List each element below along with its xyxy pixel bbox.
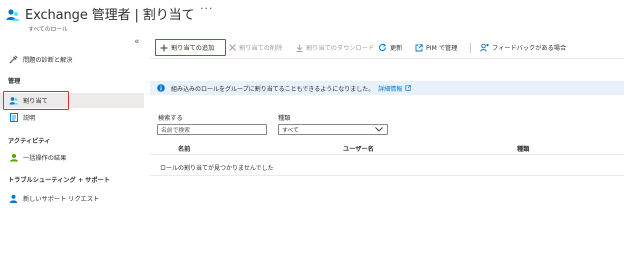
sidebar-item-label: 説明: [23, 115, 36, 122]
group-icon: [8, 153, 19, 162]
sidebar-item-diagnose[interactable]: 問題の診断と解決: [0, 52, 144, 67]
info-icon: [157, 84, 165, 92]
toolbar-divider: [470, 43, 471, 53]
remove-assignment-button[interactable]: 割り当ての削除: [229, 40, 282, 55]
type-select[interactable]: すべて: [278, 124, 388, 135]
download-assignments-button[interactable]: 割り当てのダウンロード: [296, 40, 374, 55]
sidebar-item-label: 問題の診断と解決: [23, 57, 73, 64]
empty-state-message: ロールの割り当てが見つかりませんでした: [160, 165, 274, 172]
sidebar-item-bulk-results[interactable]: 一括操作の結果: [0, 150, 144, 165]
highlight-box: [3, 91, 69, 110]
sidebar-section-support: トラブルシューティング + サポート: [8, 177, 110, 184]
table-header-divider: [150, 154, 624, 155]
feedback-label: フィードバックがある場合: [492, 45, 567, 52]
remove-assignment-label: 割り当ての削除: [239, 45, 283, 52]
sidebar-item-label: 新しいサポート リクエスト: [23, 196, 100, 203]
type-select-value: すべて: [282, 128, 299, 134]
sidebar-item-label: 一括操作の結果: [23, 155, 67, 162]
column-header-name[interactable]: 名前: [178, 144, 190, 153]
learn-more-link[interactable]: 詳細情報: [378, 84, 412, 93]
column-header-type[interactable]: 種類: [517, 144, 529, 153]
search-placeholder: 名前で検索: [161, 128, 190, 134]
manage-in-pim-button[interactable]: PIM で管理: [415, 40, 457, 55]
refresh-button[interactable]: 更新: [378, 40, 402, 55]
toolbar-divider: [150, 58, 624, 59]
download-assignments-label: 割り当てのダウンロード: [306, 45, 375, 52]
download-icon: [296, 44, 303, 52]
wrench-icon: [8, 55, 19, 64]
external-link-icon: [405, 85, 412, 91]
table-row-divider: [150, 175, 624, 176]
page-title: Exchange 管理者 | 割り当て: [25, 8, 195, 23]
sidebar-section-manage: 管理: [8, 78, 21, 85]
page-subtitle: すべてのロール: [28, 27, 68, 33]
feedback-person-icon: [480, 43, 489, 52]
document-icon: [8, 113, 19, 122]
search-input[interactable]: 名前で検索: [157, 124, 267, 135]
type-label: 種類: [278, 115, 291, 122]
external-link-icon: [415, 43, 423, 52]
info-text: 組み込みのロールをグループに割り当てることもできるようになりました。: [171, 85, 375, 93]
highlight-box: [155, 39, 226, 56]
column-header-username[interactable]: ユーザー名: [343, 144, 374, 153]
feedback-button[interactable]: フィードバックがある場合: [480, 40, 566, 55]
more-options-button[interactable]: ···: [200, 2, 214, 15]
learn-more-label: 詳細情報: [378, 85, 403, 93]
info-banner: 組み込みのロールをグループに割り当てることもできるようになりました。 詳細情報: [150, 81, 624, 95]
refresh-label: 更新: [390, 45, 403, 52]
close-icon: [229, 44, 236, 51]
refresh-icon: [378, 43, 387, 52]
exchange-admin-icon: [6, 8, 20, 22]
manage-in-pim-label: PIM で管理: [426, 45, 458, 52]
search-label: 検索する: [158, 115, 183, 122]
collapse-sidebar-button[interactable]: «: [134, 37, 140, 47]
chevron-down-icon: [375, 127, 383, 132]
support-person-icon: [8, 194, 19, 203]
sidebar-item-description[interactable]: 説明: [0, 110, 144, 125]
sidebar-item-new-support[interactable]: 新しいサポート リクエスト: [0, 191, 144, 206]
sidebar-section-activity: アクティビティ: [8, 138, 51, 145]
